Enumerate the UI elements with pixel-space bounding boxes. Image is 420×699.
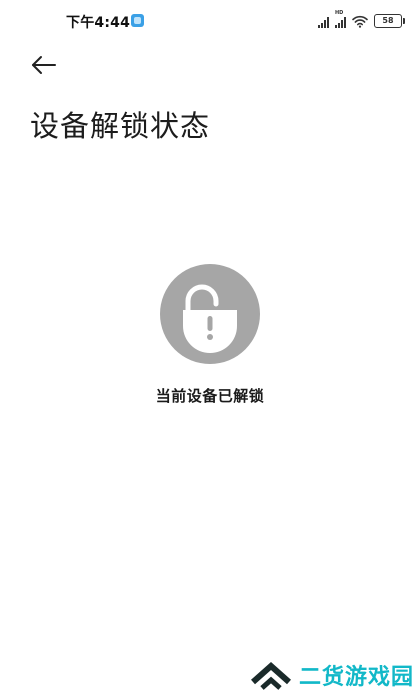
page-title: 设备解锁状态 bbox=[30, 109, 211, 143]
status-icons: 58 bbox=[318, 10, 405, 28]
back-arrow-icon bbox=[32, 56, 56, 74]
wifi-icon bbox=[352, 15, 368, 28]
status-bar: 下午4:44 58 bbox=[0, 0, 420, 40]
notification-app-icon bbox=[131, 14, 144, 27]
unlock-status-message: 当前设备已解锁 bbox=[155, 387, 265, 405]
signal-strength-hd-icon bbox=[335, 10, 346, 28]
unlocked-padlock-icon bbox=[183, 284, 237, 353]
battery-icon: 58 bbox=[374, 14, 405, 28]
signal-strength-icon bbox=[318, 16, 329, 28]
status-time: 下午4:44 bbox=[66, 15, 131, 31]
watermark-logo-icon bbox=[249, 660, 293, 690]
unlock-status-icon bbox=[160, 264, 260, 364]
watermark: 二货游戏园 bbox=[249, 659, 414, 691]
watermark-text: 二货游戏园 bbox=[298, 665, 414, 690]
back-button[interactable] bbox=[22, 50, 62, 80]
